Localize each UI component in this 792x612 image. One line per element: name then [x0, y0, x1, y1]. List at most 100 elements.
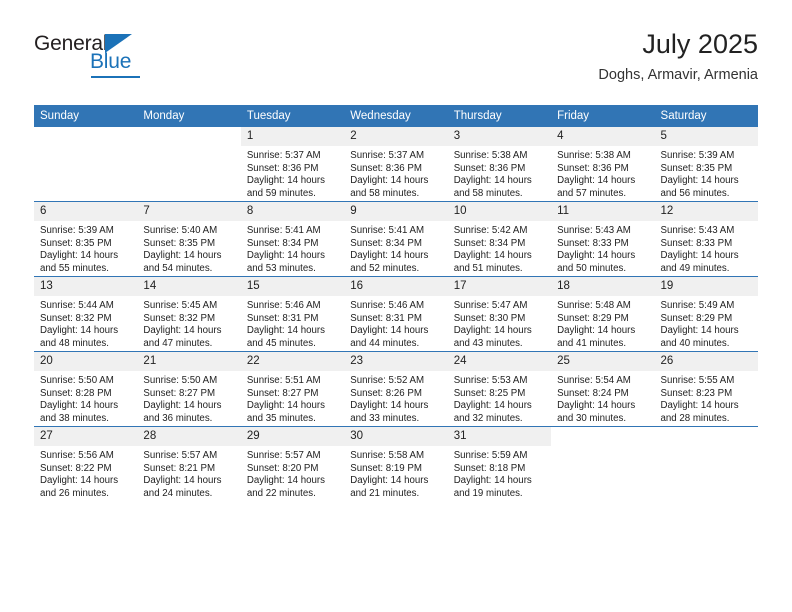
calendar-day-cell[interactable]: 28 Sunrise: 5:57 AM Sunset: 8:21 PM Dayligh…	[137, 426, 241, 501]
calendar-day-cell[interactable]: 8 Sunrise: 5:41 AM Sunset: 8:34 PM Daylight…	[240, 201, 345, 277]
calendar-day-cell[interactable]: 3 Sunrise: 5:38 AM Sunset: 8:36 PM Daylight…	[447, 127, 552, 202]
sunrise-time: Sunrise: 5:52 AM	[350, 375, 425, 386]
sunrise-time: Sunrise: 5:48 AM	[557, 300, 631, 311]
daylight-duration-line1: Daylight: 14 hours	[453, 250, 532, 262]
day-number: 2	[344, 127, 448, 146]
sunset-time: Sunset: 8:18 PM	[453, 462, 526, 474]
daylight-duration-line2: and 57 minutes.	[557, 187, 627, 199]
sunrise-time: Sunrise: 5:41 AM	[350, 225, 425, 236]
calendar-day-cell[interactable]: 16 Sunrise: 5:46 AM Sunset: 8:31 PM Dayligh…	[344, 276, 448, 352]
daylight-duration-line2: and 51 minutes.	[453, 262, 523, 274]
daylight-duration-line1: Daylight: 14 hours	[660, 250, 739, 262]
sunset-time: Sunset: 8:29 PM	[660, 312, 733, 324]
day-details: Sunrise: 5:41 AM Sunset: 8:34 PM Daylight:…	[344, 221, 447, 275]
daylight-duration-line2: and 45 minutes.	[246, 337, 316, 349]
sunset-time: Sunset: 8:35 PM	[40, 237, 112, 249]
calendar-day-cell[interactable]: 21 Sunrise: 5:50 AM Sunset: 8:27 PM Dayligh…	[137, 351, 241, 427]
calendar-day-cell[interactable]: 12 Sunrise: 5:43 AM Sunset: 8:33 PM Dayligh…	[654, 201, 758, 277]
title-block: July 2025 Doghs, Armavir, Armenia	[598, 28, 758, 86]
sunrise-time: Sunrise: 5:44 AM	[40, 300, 114, 311]
sunset-time: Sunset: 8:22 PM	[40, 462, 112, 474]
calendar-day-cell[interactable]: 23 Sunrise: 5:52 AM Sunset: 8:26 PM Dayligh…	[344, 351, 448, 427]
day-number: 24	[447, 352, 552, 371]
calendar-day-cell[interactable]: 4 Sunrise: 5:38 AM Sunset: 8:36 PM Daylight…	[551, 127, 655, 202]
daylight-duration-line1: Daylight: 14 hours	[350, 400, 429, 412]
day-number: 19	[654, 277, 758, 296]
daylight-duration-line2: and 36 minutes.	[143, 412, 213, 424]
sunrise-time: Sunrise: 5:46 AM	[350, 300, 425, 311]
daylight-duration-line1: Daylight: 14 hours	[40, 400, 119, 412]
daylight-duration-line1: Daylight: 14 hours	[350, 250, 429, 262]
daylight-duration-line2: and 59 minutes.	[246, 187, 316, 199]
daylight-duration-line1: Daylight: 14 hours	[143, 400, 222, 412]
calendar-day-cell[interactable]: 30 Sunrise: 5:58 AM Sunset: 8:19 PM Dayligh…	[344, 426, 448, 501]
day-number: 8	[240, 202, 345, 221]
daylight-duration-line2: and 19 minutes.	[453, 487, 523, 499]
daylight-duration-line2: and 58 minutes.	[350, 187, 420, 199]
sunrise-time: Sunrise: 5:43 AM	[557, 225, 631, 236]
day-number: 28	[137, 427, 241, 446]
day-number: 23	[344, 352, 448, 371]
daylight-duration-line2: and 38 minutes.	[40, 412, 109, 424]
calendar-day-cell[interactable]: 19 Sunrise: 5:49 AM Sunset: 8:29 PM Dayligh…	[654, 276, 758, 352]
daylight-duration-line1: Daylight: 14 hours	[557, 250, 636, 262]
sunrise-time: Sunrise: 5:37 AM	[350, 150, 425, 161]
calendar-day-cell[interactable]: 27 Sunrise: 5:56 AM Sunset: 8:22 PM Dayligh…	[34, 426, 138, 501]
sunset-time: Sunset: 8:26 PM	[350, 387, 422, 399]
sunrise-time: Sunrise: 5:43 AM	[660, 225, 735, 236]
sunrise-time: Sunrise: 5:45 AM	[143, 300, 218, 311]
calendar-day-cell[interactable]: 6 Sunrise: 5:39 AM Sunset: 8:35 PM Daylight…	[34, 201, 138, 277]
sunset-time: Sunset: 8:29 PM	[557, 312, 629, 324]
sunset-time: Sunset: 8:35 PM	[660, 162, 733, 174]
calendar-day-cell[interactable]: 10 Sunrise: 5:42 AM Sunset: 8:34 PM Dayligh…	[447, 201, 552, 277]
day-details: Sunrise: 5:51 AM Sunset: 8:27 PM Daylight:…	[241, 371, 344, 425]
day-number: 12	[654, 202, 758, 221]
day-details: Sunrise: 5:54 AM Sunset: 8:24 PM Daylight:…	[551, 371, 654, 425]
day-number: 16	[344, 277, 448, 296]
sunset-time: Sunset: 8:31 PM	[350, 312, 422, 324]
sunrise-time: Sunrise: 5:59 AM	[453, 450, 528, 461]
calendar-day-cell[interactable]: 2 Sunrise: 5:37 AM Sunset: 8:36 PM Daylight…	[344, 127, 448, 202]
sunrise-time: Sunrise: 5:50 AM	[143, 375, 218, 386]
day-number: 27	[34, 427, 138, 446]
calendar-day-cell[interactable]: 25 Sunrise: 5:54 AM Sunset: 8:24 PM Dayligh…	[551, 351, 655, 427]
sunset-time: Sunset: 8:36 PM	[246, 162, 319, 174]
sunset-time: Sunset: 8:27 PM	[143, 387, 216, 399]
calendar-day-cell[interactable]: 15 Sunrise: 5:46 AM Sunset: 8:31 PM Dayligh…	[240, 276, 345, 352]
weekday-header-tuesday: Tuesday	[240, 105, 345, 127]
day-details: Sunrise: 5:47 AM Sunset: 8:30 PM Daylight:…	[448, 296, 551, 350]
calendar-day-cell[interactable]: 17 Sunrise: 5:47 AM Sunset: 8:30 PM Dayligh…	[447, 276, 552, 352]
daylight-duration-line2: and 49 minutes.	[660, 262, 730, 274]
calendar-day-cell[interactable]: 29 Sunrise: 5:57 AM Sunset: 8:20 PM Dayligh…	[240, 426, 345, 501]
calendar-day-cell[interactable]: 18 Sunrise: 5:48 AM Sunset: 8:29 PM Dayligh…	[551, 276, 655, 352]
calendar-day-cell[interactable]: 20 Sunrise: 5:50 AM Sunset: 8:28 PM Dayligh…	[34, 351, 138, 427]
day-details: Sunrise: 5:57 AM Sunset: 8:21 PM Daylight:…	[137, 446, 240, 500]
calendar-week-row: 27 Sunrise: 5:56 AM Sunset: 8:22 PM Dayligh…	[34, 426, 758, 501]
daylight-duration-line1: Daylight: 14 hours	[453, 475, 532, 487]
calendar-day-cell[interactable]: 11 Sunrise: 5:43 AM Sunset: 8:33 PM Dayligh…	[551, 201, 655, 277]
logo-underline	[91, 76, 140, 78]
calendar-header-row: Sunday Monday Tuesday Wednesday Thursday Frid…	[34, 105, 758, 127]
calendar-day-cell[interactable]: 26 Sunrise: 5:55 AM Sunset: 8:23 PM Dayligh…	[654, 351, 758, 427]
calendar-page: General Blue July 2025 Doghs, Armavir, A…	[0, 0, 792, 612]
daylight-duration-line2: and 26 minutes.	[40, 487, 109, 499]
day-number: 20	[34, 352, 138, 371]
day-details: Sunrise: 5:38 AM Sunset: 8:36 PM Daylight:…	[551, 146, 654, 200]
day-number: 4	[551, 127, 655, 146]
calendar-day-cell[interactable]: 14 Sunrise: 5:45 AM Sunset: 8:32 PM Dayligh…	[137, 276, 241, 352]
daylight-duration-line1: Daylight: 14 hours	[143, 250, 222, 262]
calendar-day-cell[interactable]: 31 Sunrise: 5:59 AM Sunset: 8:18 PM Dayligh…	[447, 426, 552, 501]
daylight-duration-line2: and 53 minutes.	[246, 262, 316, 274]
day-details: Sunrise: 5:41 AM Sunset: 8:34 PM Daylight:…	[241, 221, 344, 275]
calendar-day-cell[interactable]: 13 Sunrise: 5:44 AM Sunset: 8:32 PM Dayligh…	[34, 276, 138, 352]
calendar-day-cell[interactable]: 7 Sunrise: 5:40 AM Sunset: 8:35 PM Daylight…	[137, 201, 241, 277]
calendar-day-cell[interactable]: 24 Sunrise: 5:53 AM Sunset: 8:25 PM Dayligh…	[447, 351, 552, 427]
calendar-day-cell[interactable]: 22 Sunrise: 5:51 AM Sunset: 8:27 PM Dayligh…	[240, 351, 345, 427]
day-details: Sunrise: 5:42 AM Sunset: 8:34 PM Daylight:…	[448, 221, 551, 275]
location-subtitle: Doghs, Armavir, Armenia	[598, 67, 758, 83]
calendar-day-cell[interactable]: 1 Sunrise: 5:37 AM Sunset: 8:36 PM Daylight…	[240, 127, 345, 202]
calendar-day-cell[interactable]: 9 Sunrise: 5:41 AM Sunset: 8:34 PM Daylight…	[344, 201, 448, 277]
calendar-day-cell[interactable]: 5 Sunrise: 5:39 AM Sunset: 8:35 PM Daylight…	[654, 127, 758, 202]
daylight-duration-line1: Daylight: 14 hours	[453, 325, 532, 337]
daylight-duration-line1: Daylight: 14 hours	[350, 175, 429, 187]
